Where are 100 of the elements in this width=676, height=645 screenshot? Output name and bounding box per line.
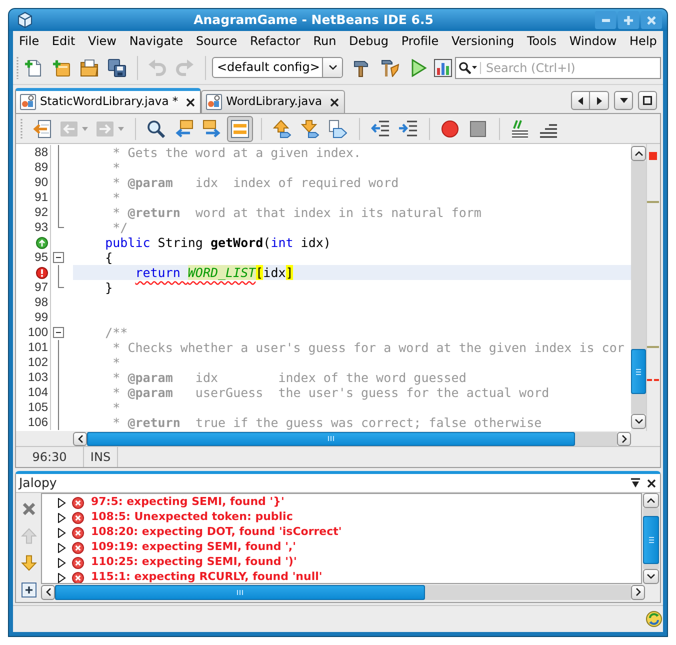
document-icon — [206, 94, 222, 110]
highlighted-lines-icon — [231, 120, 249, 138]
chevron-right-icon — [636, 588, 640, 596]
error-message[interactable]: 109:19: expecting SEMI, found ',' — [91, 539, 296, 556]
expand-triangle-icon[interactable] — [57, 528, 66, 538]
scroll-left-button[interactable] — [73, 432, 87, 446]
grip-icon[interactable] — [16, 56, 19, 78]
output-tab[interactable]: Jalopy — [19, 474, 57, 492]
menu-item[interactable]: Run — [313, 32, 336, 50]
error-message[interactable]: 108:5: Unexpected token: public — [91, 509, 293, 526]
menu-item[interactable]: Source — [196, 32, 238, 50]
config-dropdown[interactable]: <default config> — [212, 57, 343, 78]
line-number: 102 — [28, 355, 48, 370]
scroll-tabs-left-button[interactable] — [571, 91, 590, 110]
scroll-left-button[interactable] — [41, 584, 55, 600]
line-number: 103 — [28, 370, 48, 385]
expand-triangle-icon[interactable] — [57, 498, 66, 508]
comment-lines-icon — [511, 120, 529, 138]
expand-triangle-icon[interactable] — [57, 542, 66, 552]
triangle-right-icon — [596, 96, 602, 104]
expand-triangle-icon[interactable] — [57, 558, 66, 568]
search-field[interactable]: Search (Ctrl+I) — [455, 56, 661, 78]
code-line: return WORD_LIST[idx] — [135, 265, 294, 280]
error-message[interactable]: 115:1: expecting RCURLY, found 'null' — [91, 569, 322, 583]
toggle-highlight-button[interactable] — [227, 116, 253, 142]
error-message[interactable]: 97:5: expecting SEMI, found '}' — [91, 494, 284, 511]
bookmark-tag-icon — [329, 120, 347, 138]
line-number: 104 — [28, 385, 48, 400]
error-icon — [72, 526, 84, 538]
error-message[interactable]: 108:20: expecting DOT, found 'isCorrect' — [91, 524, 342, 541]
close-icon[interactable] — [186, 98, 196, 106]
code-line: public String getWord(int idx) — [105, 235, 331, 250]
grip-icon[interactable] — [20, 118, 23, 138]
code-line: * — [112, 355, 120, 370]
chevron-down-icon — [634, 419, 642, 424]
line-number: 90 — [34, 175, 48, 190]
fold-collapse-icon[interactable] — [53, 252, 64, 263]
close-icon[interactable] — [330, 98, 340, 106]
scroll-down-button[interactable] — [631, 414, 646, 429]
clear-button[interactable] — [20, 501, 36, 517]
menu-item[interactable]: Versioning — [451, 32, 514, 50]
scrollbar-thumb[interactable] — [55, 584, 425, 600]
error-icon — [72, 512, 84, 524]
window-title: AnagramGame - NetBeans IDE 6.5 — [194, 10, 434, 29]
minimize-icon — [602, 18, 610, 22]
scrollbar-thumb[interactable] — [631, 349, 646, 394]
warning-marker-icon — [647, 346, 659, 348]
line-number: 97 — [34, 280, 48, 295]
redo-icon — [176, 58, 194, 76]
menu-item[interactable]: File — [19, 32, 40, 50]
hammer-broom-icon — [381, 58, 399, 76]
window-square-icon — [643, 96, 652, 105]
stop-icon — [469, 120, 487, 138]
line-number: 105 — [28, 400, 48, 415]
document-icon — [20, 94, 36, 110]
error-message[interactable]: 110:25: expecting SEMI, found ')' — [91, 554, 297, 571]
arrow-left-icon — [175, 120, 193, 138]
line-number: 100 — [28, 325, 48, 340]
editor-tab[interactable]: StaticWordLibrary.java * — [15, 88, 202, 113]
menu-item[interactable]: Navigate — [129, 32, 184, 50]
menu-item[interactable]: Debug — [349, 32, 388, 50]
chevron-up-icon — [647, 498, 655, 503]
fold-collapse-icon[interactable] — [53, 327, 64, 338]
insert-mode: INS — [90, 449, 111, 466]
scroll-down-button[interactable] — [643, 569, 659, 584]
code-line: * Gets the word at a given index. — [112, 145, 361, 160]
menu-item[interactable]: Tools — [526, 32, 557, 50]
arrow-right-icon — [96, 120, 114, 138]
menu-item[interactable]: Help — [630, 32, 657, 50]
page-plus-icon — [24, 58, 42, 76]
expand-button[interactable] — [20, 582, 36, 598]
expand-triangle-icon[interactable] — [57, 572, 66, 582]
line-number: 93 — [34, 220, 48, 235]
caret-down-icon[interactable] — [472, 66, 477, 68]
tab-list-button[interactable] — [614, 91, 633, 110]
error-icon — [72, 556, 84, 568]
menu-item[interactable]: View — [88, 32, 116, 50]
expand-triangle-icon[interactable] — [57, 512, 66, 522]
scroll-up-button[interactable] — [631, 146, 646, 161]
scroll-right-button[interactable] — [631, 584, 645, 600]
arrow-down-icon — [20, 555, 36, 571]
close-icon[interactable] — [647, 478, 656, 488]
line-number: 95 — [34, 250, 48, 265]
error-marker-icon — [647, 379, 659, 381]
editor-tab[interactable]: WordLibrary.java — [201, 90, 346, 113]
scroll-up-button[interactable] — [643, 493, 659, 508]
maximize-editor-button[interactable] — [638, 91, 657, 110]
refresh-arrows-icon[interactable] — [646, 611, 662, 627]
circle-arrow-up-icon — [36, 236, 48, 248]
menu-item[interactable]: Window — [569, 32, 617, 50]
code-line: * @return word at that index in its natural form — [112, 205, 482, 220]
menu-item[interactable]: Edit — [52, 32, 76, 50]
scroll-tabs-right-button[interactable] — [590, 91, 609, 110]
scroll-right-button[interactable] — [617, 432, 631, 446]
minimize-window-icon[interactable] — [631, 478, 640, 488]
code-line: * @param idx index of the word guessed — [112, 370, 466, 385]
menu-item[interactable]: Refactor — [250, 32, 300, 50]
menu-item[interactable]: Profile — [401, 32, 439, 50]
scrollbar-thumb[interactable] — [643, 516, 659, 564]
next-button[interactable] — [20, 555, 36, 571]
